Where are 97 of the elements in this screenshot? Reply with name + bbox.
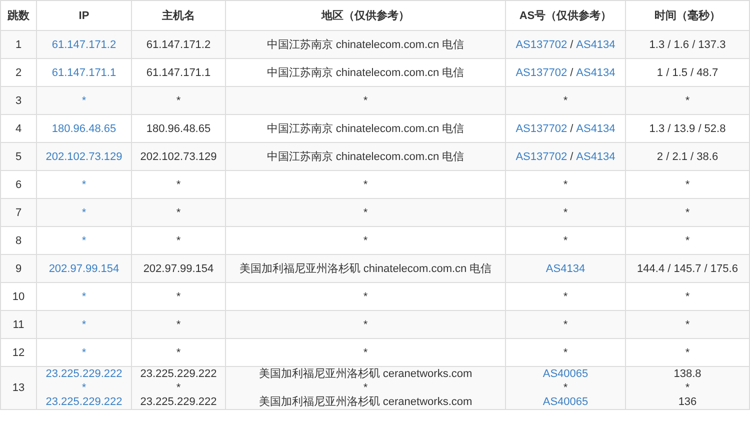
as-separator: * — [563, 290, 568, 302]
hostname: 61.147.171.1 — [146, 66, 211, 78]
hop-number: 5 — [15, 150, 22, 162]
as-separator: * — [563, 178, 568, 190]
region-text: * — [363, 318, 368, 330]
hop-number: 11 — [12, 318, 24, 330]
as-separator: / — [570, 38, 574, 50]
time-value: * — [685, 178, 690, 190]
region-text: 中国江苏南京 chinatelecom.com.cn 电信 — [266, 150, 464, 162]
as-link[interactable]: AS40065 — [542, 368, 588, 380]
as-link[interactable]: AS137702 — [516, 150, 568, 162]
ip-link[interactable]: * — [82, 346, 86, 358]
time-value: * — [685, 346, 690, 358]
as-link[interactable]: AS4134 — [576, 38, 616, 50]
as-separator: * — [563, 318, 568, 330]
column-header: 地区（仅供参考） — [226, 0, 506, 30]
ip-link[interactable]: * — [82, 290, 86, 302]
region-text: 美国加利福尼亚州洛杉矶 ceranetworks.com — [258, 368, 472, 380]
region-text: 美国加利福尼亚州洛杉矶 ceranetworks.com — [258, 396, 472, 408]
time-value: * — [685, 290, 690, 302]
hostname: * — [176, 290, 181, 302]
time-value: 144.4 / 145.7 / 175.6 — [637, 262, 738, 274]
hop-number: 3 — [15, 94, 22, 106]
ip-link[interactable]: * — [82, 178, 86, 190]
hostname: * — [176, 206, 181, 218]
hop-number: 7 — [15, 206, 22, 218]
hostname: 202.102.73.129 — [140, 150, 217, 162]
region-text: 中国江苏南京 chinatelecom.com.cn 电信 — [266, 122, 464, 134]
as-separator: * — [563, 234, 568, 246]
ip-link[interactable]: * — [82, 382, 86, 394]
ip-link[interactable]: * — [82, 206, 86, 218]
hostname: 23.225.229.222 — [140, 396, 217, 408]
column-header: 跳数 — [0, 0, 36, 30]
hostname: * — [176, 234, 181, 246]
ip-link[interactable]: * — [82, 94, 86, 106]
hostname: * — [176, 178, 181, 190]
hostname: * — [176, 318, 181, 330]
time-value: * — [685, 318, 690, 330]
time-value: 1.3 / 1.6 / 137.3 — [649, 38, 726, 50]
region-text: * — [363, 234, 368, 246]
region-text: * — [363, 382, 368, 394]
as-link[interactable]: AS137702 — [516, 38, 568, 50]
column-header: AS号（仅供参考） — [506, 0, 626, 30]
as-link[interactable]: AS137702 — [516, 66, 568, 78]
as-link[interactable]: AS40065 — [542, 396, 588, 408]
hostname: * — [176, 94, 181, 106]
ip-link[interactable]: * — [82, 318, 86, 330]
time-value: * — [685, 234, 690, 246]
region-text: * — [363, 206, 368, 218]
hop-number: 2 — [15, 66, 22, 78]
ip-link[interactable]: * — [82, 234, 86, 246]
time-value: * — [685, 94, 690, 106]
time-value: 136 — [678, 396, 697, 408]
hostname: 23.225.229.222 — [140, 368, 217, 380]
as-link[interactable]: AS4134 — [546, 262, 586, 274]
hop-number: 12 — [12, 346, 25, 358]
hostname: * — [176, 382, 181, 394]
hop-number: 10 — [12, 290, 25, 302]
region-text: 中国江苏南京 chinatelecom.com.cn 电信 — [266, 66, 464, 78]
hostname: 61.147.171.2 — [146, 38, 211, 50]
time-value: 1.3 / 13.9 / 52.8 — [649, 122, 726, 134]
time-value: 138.8 — [674, 368, 702, 380]
as-separator: / — [570, 150, 574, 162]
region-text: * — [363, 94, 368, 106]
as-separator: * — [563, 94, 568, 106]
column-header: 时间（毫秒） — [626, 0, 750, 30]
time-value: 2 / 2.1 / 38.6 — [656, 150, 718, 162]
ip-link[interactable]: 23.225.229.222 — [46, 396, 122, 408]
hostname: * — [176, 346, 181, 358]
as-link[interactable]: AS137702 — [516, 122, 568, 134]
column-header: IP — [36, 0, 132, 30]
region-text: * — [363, 346, 368, 358]
ip-link[interactable]: 23.225.229.222 — [46, 368, 122, 380]
as-separator: * — [563, 206, 568, 218]
column-header: 主机名 — [132, 0, 226, 30]
region-text: 中国江苏南京 chinatelecom.com.cn 电信 — [266, 38, 464, 50]
hop-number: 9 — [15, 262, 22, 274]
hop-number: 13 — [12, 382, 25, 394]
region-text: * — [363, 290, 368, 302]
hop-number: 6 — [15, 178, 22, 190]
hostname: 180.96.48.65 — [146, 122, 211, 134]
hop-number: 8 — [15, 234, 22, 246]
hop-number: 4 — [15, 122, 22, 134]
time-value: 1 / 1.5 / 48.7 — [656, 66, 718, 78]
as-separator: * — [563, 346, 568, 358]
time-value: * — [685, 382, 690, 394]
hop-number: 1 — [15, 38, 22, 50]
region-text: 美国加利福尼亚州洛杉矶 chinatelecom.com.cn 电信 — [239, 262, 492, 274]
time-value: * — [685, 206, 690, 218]
as-link[interactable]: AS4134 — [576, 66, 616, 78]
as-separator: / — [570, 122, 574, 134]
as-separator: / — [570, 66, 574, 78]
hostname: 202.97.99.154 — [143, 262, 214, 274]
as-separator: * — [563, 382, 568, 394]
as-link[interactable]: AS4134 — [576, 122, 616, 134]
as-link[interactable]: AS4134 — [576, 150, 616, 162]
region-text: * — [363, 178, 368, 190]
